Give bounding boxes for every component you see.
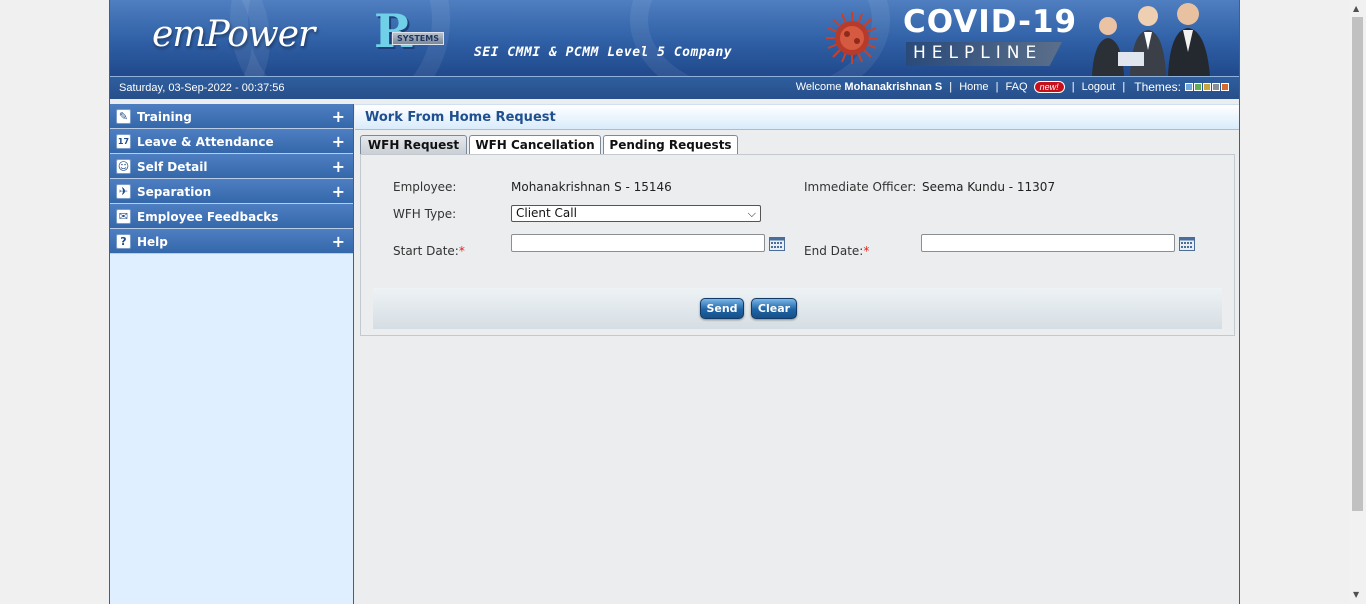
- covid-title: COVID-19: [903, 4, 1078, 40]
- wfh-type-select[interactable]: Client Call ⌵: [511, 205, 761, 222]
- page-title-bar: Work From Home Request: [355, 104, 1239, 130]
- wfh-type-selected: Client Call: [516, 206, 577, 220]
- home-link[interactable]: Home: [959, 81, 988, 93]
- sidebar-item-training[interactable]: ✎ Training +: [110, 104, 353, 129]
- theme-swatches: [1184, 81, 1229, 93]
- help-icon: ?: [116, 234, 131, 249]
- company-tagline: SEI CMMI & PCMM Level 5 Company: [474, 45, 733, 60]
- end-date-label-text: End Date:: [804, 244, 864, 258]
- themes-label: Themes:: [1134, 80, 1181, 94]
- employee-label: Employee:: [393, 180, 457, 194]
- r-systems-logo-text: SYSTEMS: [392, 32, 444, 45]
- tab-wfh-request[interactable]: WFH Request: [360, 135, 467, 154]
- sidebar-item-label: Self Detail: [137, 160, 208, 174]
- sidebar-item-label: Separation: [137, 185, 212, 199]
- page-title: Work From Home Request: [365, 110, 556, 125]
- training-icon: ✎: [116, 109, 131, 124]
- expand-plus-icon[interactable]: +: [332, 132, 345, 151]
- sidebar: ✎ Training +17 Leave & Attendance + ☺ Self Det…: [110, 104, 354, 604]
- sidebar-item-employee-feedbacks[interactable]: ✉ Employee Feedbacks: [110, 204, 353, 229]
- expand-plus-icon[interactable]: +: [332, 232, 345, 251]
- end-date-label: End Date:*: [804, 244, 869, 258]
- nav-separator: |: [949, 81, 953, 93]
- start-date-input[interactable]: [511, 234, 765, 252]
- sidebar-item-label: Training: [137, 110, 192, 124]
- calendar-icon: 17: [116, 134, 131, 149]
- sidebar-item-help[interactable]: ? Help +: [110, 229, 353, 254]
- employee-value: Mohanakrishnan S - 15146: [511, 180, 672, 194]
- required-mark: *: [458, 244, 465, 258]
- wfh-type-label: WFH Type:: [393, 207, 457, 221]
- sidebar-item-label: Employee Feedbacks: [137, 210, 279, 224]
- scroll-up-arrow-icon[interactable]: ▲: [1353, 4, 1359, 13]
- end-date-input[interactable]: [921, 234, 1175, 252]
- info-bar: Saturday, 03-Sep-2022 - 00:37:56 Welcome…: [110, 76, 1239, 99]
- form-button-bar: Send Clear: [373, 288, 1222, 329]
- welcome-label: Welcome: [795, 81, 842, 93]
- theme-swatch[interactable]: [1185, 83, 1193, 92]
- nav-separator: |: [1071, 81, 1075, 93]
- tab-pending-requests[interactable]: Pending Requests: [603, 135, 738, 154]
- calendar-icon[interactable]: [769, 237, 785, 251]
- immediate-officer-label: Immediate Officer:: [804, 180, 917, 194]
- faq-link[interactable]: FAQ: [1006, 81, 1028, 93]
- send-button[interactable]: Send: [700, 298, 744, 319]
- r-letter: R: [374, 4, 413, 58]
- sidebar-item-self-detail[interactable]: ☺ Self Detail +: [110, 154, 353, 179]
- theme-swatch[interactable]: [1212, 83, 1220, 92]
- calendar-icon[interactable]: [1179, 237, 1195, 251]
- current-datetime: Saturday, 03-Sep-2022 - 00:37:56: [119, 82, 285, 94]
- top-nav: Welcome Mohanakrishnan S | Home | FAQ ne…: [796, 80, 1229, 94]
- tab-wfh-cancellation[interactable]: WFH Cancellation: [469, 135, 601, 154]
- required-mark: *: [863, 244, 870, 258]
- chevron-down-icon: ⌵: [747, 207, 756, 220]
- theme-swatch[interactable]: [1203, 83, 1211, 92]
- theme-swatch[interactable]: [1194, 83, 1202, 92]
- virus-icon: [826, 12, 878, 64]
- header-banner: emPower R SYSTEMS SEI CMMI & PCMM Level …: [110, 0, 1239, 76]
- theme-swatch[interactable]: [1221, 83, 1229, 92]
- new-badge: new!: [1033, 81, 1065, 93]
- scroll-down-arrow-icon[interactable]: ▼: [1353, 590, 1359, 599]
- logout-link[interactable]: Logout: [1082, 81, 1116, 93]
- sidebar-item-label: Leave & Attendance: [137, 135, 274, 149]
- empower-logo: emPower: [152, 14, 315, 55]
- expand-plus-icon[interactable]: +: [332, 182, 345, 201]
- nav-separator: |: [995, 81, 999, 93]
- start-date-label-text: Start Date:: [393, 244, 459, 258]
- sidebar-item-leave-attendance[interactable]: 17 Leave & Attendance +: [110, 129, 353, 154]
- business-people-image: [1092, 3, 1210, 76]
- feedback-icon: ✉: [116, 209, 131, 224]
- clear-button[interactable]: Clear: [751, 298, 797, 319]
- expand-plus-icon[interactable]: +: [332, 107, 345, 126]
- scrollbar-thumb[interactable]: [1352, 17, 1363, 511]
- main-content: Work From Home Request WFH Request WFH C…: [355, 104, 1239, 604]
- expand-plus-icon[interactable]: +: [332, 157, 345, 176]
- app-window: emPower R SYSTEMS SEI CMMI & PCMM Level …: [109, 0, 1240, 604]
- vertical-scrollbar[interactable]: ▲ ▼: [1349, 0, 1366, 604]
- sidebar-item-separation[interactable]: ✈ Separation +: [110, 179, 353, 204]
- wfh-request-form: Employee: Mohanakrishnan S - 15146 Immed…: [360, 154, 1235, 336]
- helpline-text: HELPLINE: [913, 43, 1043, 63]
- sidebar-item-label: Help: [137, 235, 168, 249]
- immediate-officer-value: Seema Kundu - 11307: [922, 180, 1056, 194]
- nav-separator: |: [1122, 81, 1126, 93]
- separation-icon: ✈: [116, 184, 131, 199]
- username: Mohanakrishnan S: [844, 80, 943, 93]
- start-date-label: Start Date:*: [393, 244, 465, 258]
- user-icon: ☺: [116, 159, 131, 174]
- r-systems-logo: R SYSTEMS: [372, 4, 448, 58]
